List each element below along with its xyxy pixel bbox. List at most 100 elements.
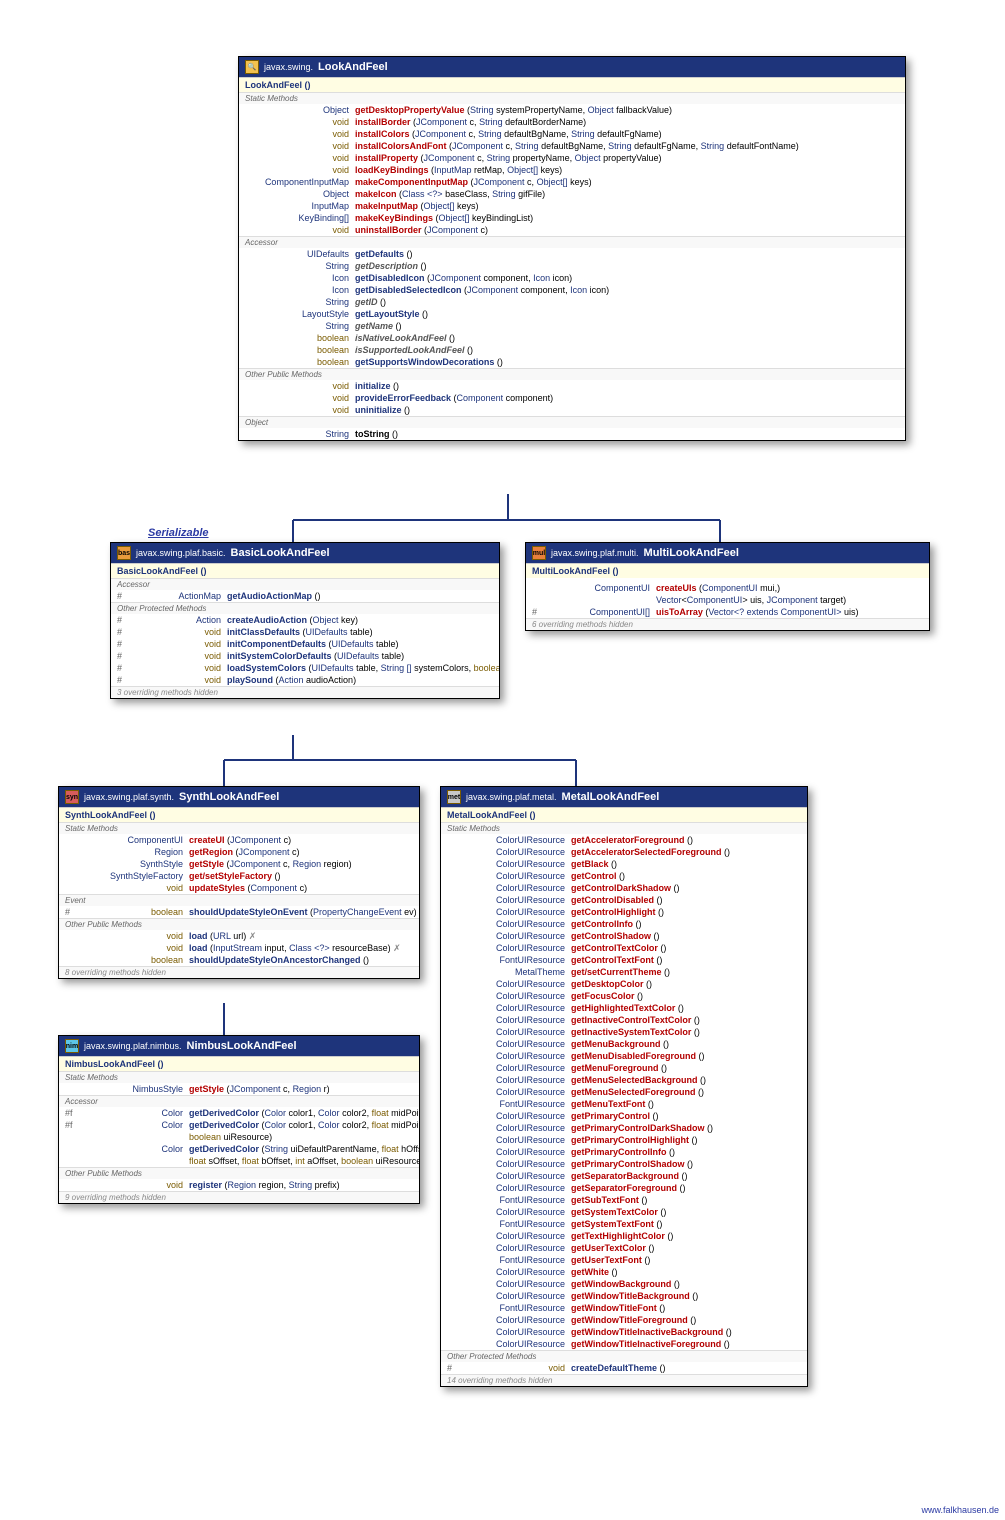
method-row[interactable]: NimbusStyle getStyle (JComponent c, Regi… bbox=[59, 1083, 419, 1095]
method-row[interactable]: void initialize () bbox=[239, 380, 905, 392]
method-row[interactable]: String toString () bbox=[239, 428, 905, 440]
method-row[interactable]: ColorUIResource getMenuForeground () bbox=[441, 1062, 807, 1074]
method-row[interactable]: ColorUIResource getUserTextColor () bbox=[441, 1242, 807, 1254]
constructor[interactable]: MetalLookAndFeel () bbox=[441, 807, 807, 822]
method-row[interactable]: KeyBinding[] makeKeyBindings (Object[] k… bbox=[239, 212, 905, 224]
method-row[interactable]: Object makeIcon (Class <?> baseClass, St… bbox=[239, 188, 905, 200]
method-row[interactable]: ColorUIResource getBlack () bbox=[441, 858, 807, 870]
method-row[interactable]: #f Color getDerivedColor (Color color1, … bbox=[59, 1119, 419, 1131]
constructor[interactable]: MultiLookAndFeel () bbox=[526, 563, 929, 578]
method-row[interactable]: void provideErrorFeedback (Component com… bbox=[239, 392, 905, 404]
method-row[interactable]: String getID () bbox=[239, 296, 905, 308]
method-row[interactable]: ColorUIResource getDesktopColor () bbox=[441, 978, 807, 990]
method-row[interactable]: # void initSystemColorDefaults (UIDefaul… bbox=[111, 650, 499, 662]
method-row[interactable]: Color getDerivedColor (String uiDefaultP… bbox=[59, 1143, 419, 1155]
method-row[interactable]: SynthStyle getStyle (JComponent c, Regio… bbox=[59, 858, 419, 870]
method-row[interactable]: ColorUIResource getWindowTitleInactiveFo… bbox=[441, 1338, 807, 1350]
method-row[interactable]: void loadKeyBindings (InputMap retMap, O… bbox=[239, 164, 905, 176]
method-row[interactable]: ColorUIResource getPrimaryControlShadow … bbox=[441, 1158, 807, 1170]
constructor[interactable]: LookAndFeel () bbox=[239, 77, 905, 92]
method-row[interactable]: # ComponentUI[] uisToArray (Vector<? ext… bbox=[526, 606, 929, 618]
method-row[interactable]: ColorUIResource getHighlightedTextColor … bbox=[441, 1002, 807, 1014]
method-row[interactable]: LayoutStyle getLayoutStyle () bbox=[239, 308, 905, 320]
method-row[interactable]: # void loadSystemColors (UIDefaults tabl… bbox=[111, 662, 499, 674]
method-row[interactable]: ColorUIResource getControlDarkShadow () bbox=[441, 882, 807, 894]
method-row[interactable]: String getDescription () bbox=[239, 260, 905, 272]
method-row[interactable]: # boolean shouldUpdateStyleOnEvent (Prop… bbox=[59, 906, 419, 918]
method-row[interactable]: FontUIResource getWindowTitleFont () bbox=[441, 1302, 807, 1314]
class-header[interactable]: bas javax.swing.plaf.basic.BasicLookAndF… bbox=[111, 543, 499, 563]
method-row[interactable]: ColorUIResource getControlTextColor () bbox=[441, 942, 807, 954]
method-row[interactable]: # void initComponentDefaults (UIDefaults… bbox=[111, 638, 499, 650]
method-row[interactable]: FontUIResource getSubTextFont () bbox=[441, 1194, 807, 1206]
method-row[interactable]: ColorUIResource getWhite () bbox=[441, 1266, 807, 1278]
method-row[interactable]: ColorUIResource getPrimaryControlHighlig… bbox=[441, 1134, 807, 1146]
method-row[interactable]: ColorUIResource getInactiveControlTextCo… bbox=[441, 1014, 807, 1026]
method-row[interactable]: boolean isNativeLookAndFeel () bbox=[239, 332, 905, 344]
method-row[interactable]: ColorUIResource getControlShadow () bbox=[441, 930, 807, 942]
method-row[interactable]: ColorUIResource getMenuSelectedBackgroun… bbox=[441, 1074, 807, 1086]
class-header[interactable]: met javax.swing.plaf.metal.MetalLookAndF… bbox=[441, 787, 807, 807]
constructor[interactable]: SynthLookAndFeel () bbox=[59, 807, 419, 822]
method-row[interactable]: FontUIResource getSystemTextFont () bbox=[441, 1218, 807, 1230]
method-row[interactable]: void updateStyles (Component c) bbox=[59, 882, 419, 894]
method-row[interactable]: void installColorsAndFont (JComponent c,… bbox=[239, 140, 905, 152]
method-row[interactable]: Icon getDisabledIcon (JComponent compone… bbox=[239, 272, 905, 284]
method-row[interactable]: MetalTheme get/setCurrentTheme () bbox=[441, 966, 807, 978]
method-row[interactable]: # void createDefaultTheme () bbox=[441, 1362, 807, 1374]
method-row[interactable]: ComponentInputMap makeComponentInputMap … bbox=[239, 176, 905, 188]
method-row[interactable]: void installBorder (JComponent c, String… bbox=[239, 116, 905, 128]
class-header[interactable]: nim javax.swing.plaf.nimbus.NimbusLookAn… bbox=[59, 1036, 419, 1056]
method-row[interactable]: String getName () bbox=[239, 320, 905, 332]
method-row[interactable]: ColorUIResource getPrimaryControl () bbox=[441, 1110, 807, 1122]
method-row[interactable]: void register (Region region, String pre… bbox=[59, 1179, 419, 1191]
method-row[interactable]: ColorUIResource getMenuDisabledForegroun… bbox=[441, 1050, 807, 1062]
method-row[interactable]: ColorUIResource getFocusColor () bbox=[441, 990, 807, 1002]
method-row[interactable]: FontUIResource getControlTextFont () bbox=[441, 954, 807, 966]
method-row[interactable]: SynthStyleFactory get/setStyleFactory () bbox=[59, 870, 419, 882]
method-row[interactable]: UIDefaults getDefaults () bbox=[239, 248, 905, 260]
method-row[interactable]: void installColors (JComponent c, String… bbox=[239, 128, 905, 140]
method-row[interactable]: FontUIResource getUserTextFont () bbox=[441, 1254, 807, 1266]
method-row[interactable]: #f Color getDerivedColor (Color color1, … bbox=[59, 1107, 419, 1119]
method-row[interactable]: InputMap makeInputMap (Object[] keys) bbox=[239, 200, 905, 212]
method-row[interactable]: ColorUIResource getWindowTitleForeground… bbox=[441, 1314, 807, 1326]
method-row[interactable]: Icon getDisabledSelectedIcon (JComponent… bbox=[239, 284, 905, 296]
method-row[interactable]: # Action createAudioAction (Object key) bbox=[111, 614, 499, 626]
method-row[interactable]: ColorUIResource getMenuSelectedForegroun… bbox=[441, 1086, 807, 1098]
method-row[interactable]: ColorUIResource getControl () bbox=[441, 870, 807, 882]
constructor[interactable]: NimbusLookAndFeel () bbox=[59, 1056, 419, 1071]
method-row[interactable]: ColorUIResource getControlDisabled () bbox=[441, 894, 807, 906]
method-row[interactable]: ColorUIResource getSystemTextColor () bbox=[441, 1206, 807, 1218]
method-row[interactable]: ColorUIResource getAcceleratorSelectedFo… bbox=[441, 846, 807, 858]
method-row[interactable]: ColorUIResource getAcceleratorForeground… bbox=[441, 834, 807, 846]
constructor[interactable]: BasicLookAndFeel () bbox=[111, 563, 499, 578]
method-row[interactable]: # ActionMap getAudioActionMap () bbox=[111, 590, 499, 602]
class-header[interactable]: 🔍 javax.swing.LookAndFeel bbox=[239, 57, 905, 77]
method-row[interactable]: void uninstallBorder (JComponent c) bbox=[239, 224, 905, 236]
method-row[interactable]: ColorUIResource getControlHighlight () bbox=[441, 906, 807, 918]
method-row[interactable]: # void playSound (Action audioAction) bbox=[111, 674, 499, 686]
method-row[interactable]: ComponentUI createUIs (ComponentUI mui,) bbox=[526, 582, 929, 594]
method-row[interactable]: ColorUIResource getControlInfo () bbox=[441, 918, 807, 930]
method-row[interactable]: ColorUIResource getPrimaryControlInfo () bbox=[441, 1146, 807, 1158]
method-row[interactable]: ColorUIResource getWindowTitleBackground… bbox=[441, 1290, 807, 1302]
method-row[interactable]: # void initClassDefaults (UIDefaults tab… bbox=[111, 626, 499, 638]
method-row[interactable]: ColorUIResource getSeparatorBackground (… bbox=[441, 1170, 807, 1182]
method-row[interactable]: Object getDesktopPropertyValue (String s… bbox=[239, 104, 905, 116]
method-row[interactable]: void uninitialize () bbox=[239, 404, 905, 416]
method-row[interactable]: ColorUIResource getInactiveSystemTextCol… bbox=[441, 1026, 807, 1038]
method-row[interactable]: ColorUIResource getWindowBackground () bbox=[441, 1278, 807, 1290]
class-header[interactable]: mul javax.swing.plaf.multi.MultiLookAndF… bbox=[526, 543, 929, 563]
method-row[interactable]: void load (InputStream input, Class <?> … bbox=[59, 942, 419, 954]
method-row[interactable]: ColorUIResource getTextHighlightColor () bbox=[441, 1230, 807, 1242]
method-row[interactable]: void installProperty (JComponent c, Stri… bbox=[239, 152, 905, 164]
method-row[interactable]: ColorUIResource getPrimaryControlDarkSha… bbox=[441, 1122, 807, 1134]
method-row[interactable]: boolean shouldUpdateStyleOnAncestorChang… bbox=[59, 954, 419, 966]
method-row[interactable]: void load (URL url) ✗ bbox=[59, 930, 419, 942]
site-link[interactable]: www.falkhausen.de bbox=[921, 1505, 999, 1515]
class-header[interactable]: syn javax.swing.plaf.synth.SynthLookAndF… bbox=[59, 787, 419, 807]
method-row[interactable]: ColorUIResource getSeparatorForeground (… bbox=[441, 1182, 807, 1194]
method-row[interactable]: Region getRegion (JComponent c) bbox=[59, 846, 419, 858]
method-row[interactable]: ComponentUI createUI (JComponent c) bbox=[59, 834, 419, 846]
